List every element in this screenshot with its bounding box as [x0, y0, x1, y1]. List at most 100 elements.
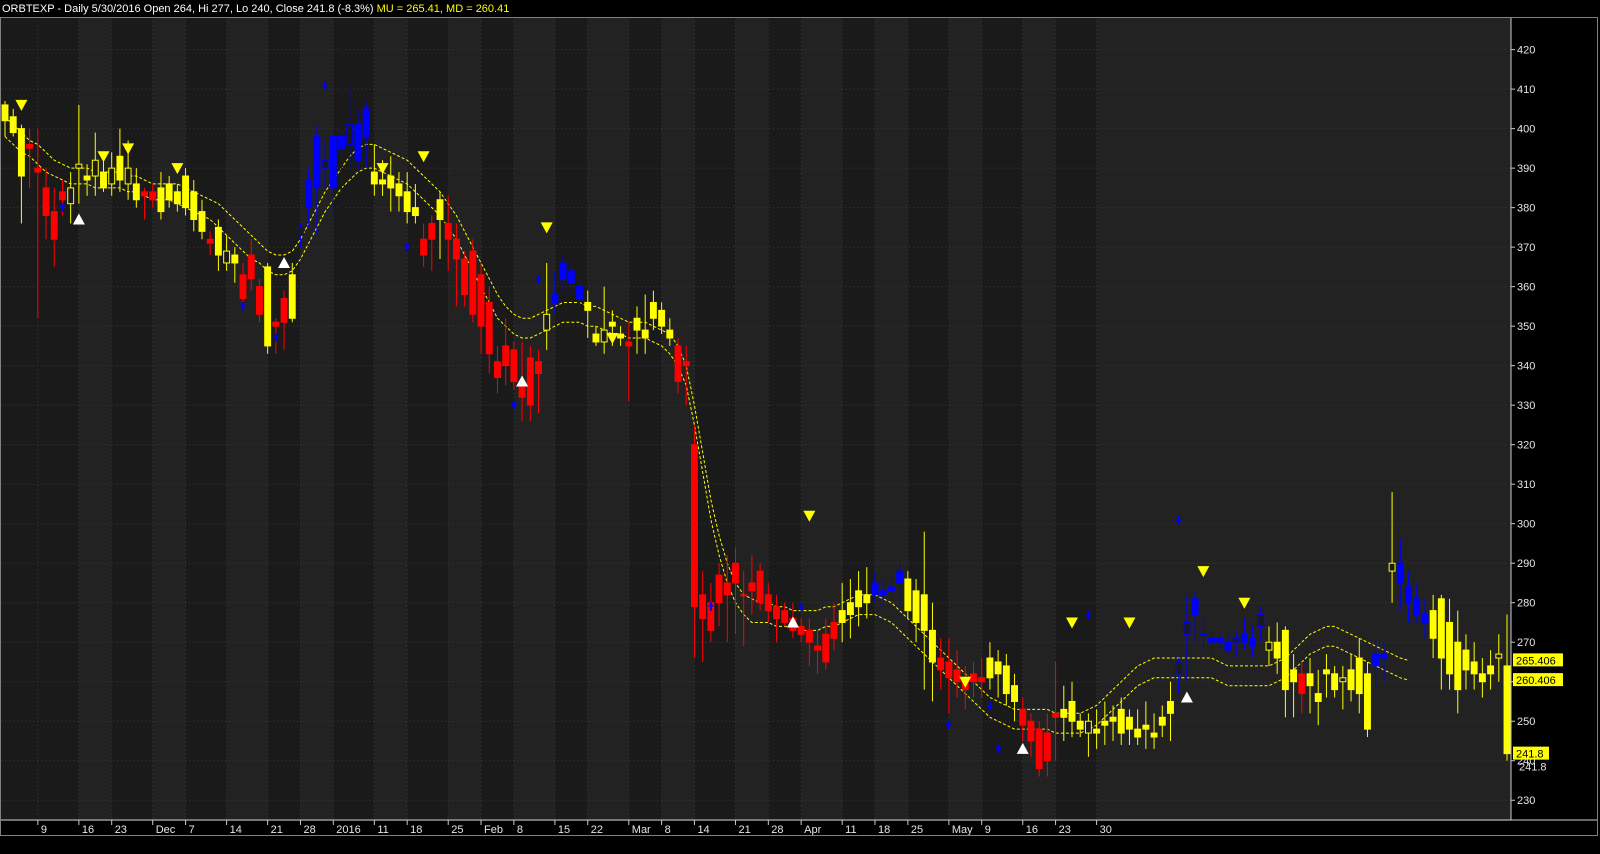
chart-root: ORBTEXP - Daily 5/30/2016 Open 264, Hi 2…: [0, 0, 1600, 854]
candle-body: [141, 191, 148, 197]
candle-body: [108, 167, 116, 185]
y-tick-label: 390: [1517, 163, 1535, 175]
y-tick-label: 350: [1517, 321, 1535, 333]
candle-body: [1306, 673, 1314, 687]
candle-body: [929, 629, 936, 663]
x-tick-label: 25: [911, 824, 923, 836]
x-tick-label: Mar: [632, 824, 651, 836]
candle-body: [182, 175, 190, 209]
candle-body: [970, 673, 977, 683]
candle-body: [846, 602, 854, 616]
candle-body: [190, 191, 198, 220]
candle-body: [132, 183, 140, 201]
candle-body: [1117, 708, 1125, 734]
candle-body: [198, 211, 206, 232]
price-chart[interactable]: 2302402502602702802903003103203303403503…: [0, 0, 1600, 854]
x-tick-label: 14: [230, 824, 242, 836]
candle-body: [559, 262, 567, 280]
candle-body: [461, 258, 469, 296]
last-close-label: 241.8: [1519, 762, 1547, 774]
x-tick-label: 28: [303, 824, 315, 836]
x-tick-label: 18: [878, 824, 890, 836]
candle-body: [255, 286, 263, 315]
candle-body: [1068, 700, 1076, 722]
candle-body: [1084, 720, 1092, 734]
candle-body: [1002, 665, 1010, 695]
candle-body: [502, 345, 510, 367]
candle-body: [1249, 637, 1257, 647]
plot-band: [448, 17, 482, 821]
candle-body: [1216, 637, 1224, 643]
candle-body: [510, 349, 518, 382]
y-tick-label: 400: [1517, 124, 1535, 136]
candle-body: [740, 594, 748, 597]
candle-body: [723, 582, 731, 596]
y-tick-label: 410: [1517, 84, 1535, 96]
candle-body: [420, 238, 428, 256]
candle-body: [321, 159, 329, 169]
candle-body: [543, 313, 551, 331]
y-tick-label: 280: [1517, 598, 1535, 610]
candle-body: [617, 333, 625, 339]
candle-body: [879, 590, 887, 596]
candle-body: [1224, 641, 1232, 651]
plot-band: [801, 17, 843, 821]
y-tick-label: 300: [1517, 519, 1535, 531]
x-tick-label: 23: [1059, 824, 1071, 836]
candle-body: [157, 187, 165, 213]
candle-body: [469, 250, 477, 315]
plot-band: [226, 17, 268, 821]
candle-body: [1175, 661, 1183, 675]
candle-body: [247, 254, 255, 280]
candle-body: [1462, 649, 1470, 671]
candle-body: [100, 171, 107, 189]
x-tick-label: 16: [82, 824, 94, 836]
candle-body: [1257, 614, 1265, 627]
candle-body: [1290, 669, 1298, 683]
x-tick-label: 2016: [336, 824, 360, 836]
x-tick-label: 9: [985, 824, 991, 836]
plot-band: [374, 17, 408, 821]
candle-body: [937, 657, 945, 671]
candle-body: [1199, 633, 1207, 636]
candle-body: [690, 444, 698, 608]
candle-body: [116, 155, 124, 181]
candle-body: [1454, 641, 1462, 691]
candle-body: [477, 274, 485, 327]
candle-body: [1093, 728, 1101, 734]
candle-body: [1355, 657, 1363, 695]
candle-body: [395, 183, 403, 197]
candle-body: [444, 222, 452, 240]
candle-body: [1265, 641, 1273, 651]
candle-body: [1101, 720, 1109, 726]
x-tick-label: Feb: [484, 824, 503, 836]
x-tick-label: Dec: [156, 824, 176, 836]
x-tick-label: 7: [189, 824, 195, 836]
candle-body: [674, 345, 682, 382]
plot-band: [875, 17, 908, 821]
candle-body: [1413, 598, 1421, 616]
candle-body: [535, 361, 542, 375]
candle-body: [1388, 562, 1396, 572]
candle-body: [953, 669, 961, 683]
candle-body: [1298, 673, 1306, 695]
candle-body: [945, 661, 953, 679]
candle-body: [1076, 720, 1084, 730]
y-tick-label: 360: [1517, 282, 1535, 294]
x-tick-label: 15: [558, 824, 570, 836]
candle-body: [896, 570, 904, 584]
candle-body: [526, 357, 534, 406]
candle-body: [567, 270, 575, 284]
candle-body: [1339, 677, 1347, 683]
candle-body: [288, 274, 296, 319]
candle-body: [641, 329, 649, 339]
candle-body: [50, 211, 58, 240]
candle-body: [682, 361, 690, 367]
candle-body: [1, 104, 9, 122]
y-tick-label: 370: [1517, 242, 1535, 254]
candle-body: [165, 183, 173, 201]
x-tick-label: 16: [1026, 824, 1038, 836]
candle-body: [748, 582, 756, 592]
candle-body: [387, 175, 395, 189]
candle-body: [428, 222, 436, 240]
